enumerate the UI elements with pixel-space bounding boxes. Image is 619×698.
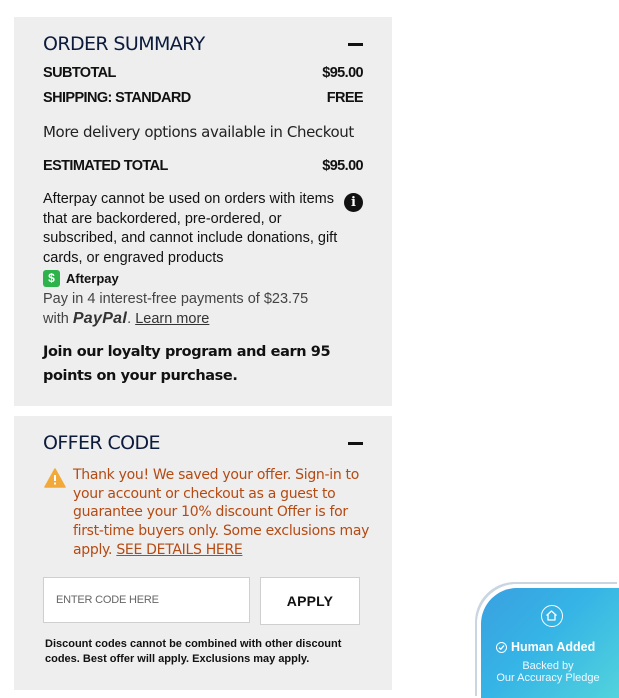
estimated-total-label: ESTIMATED TOTAL bbox=[43, 158, 168, 174]
offer-code-title: OFFER CODE bbox=[43, 432, 161, 454]
shipping-value: FREE bbox=[326, 90, 364, 106]
subtotal-value: $95.00 bbox=[322, 65, 363, 81]
info-icon[interactable]: i bbox=[344, 193, 363, 212]
offer-message: Thank you! We saved your offer. Sign-in … bbox=[73, 466, 373, 560]
collapse-minus-icon[interactable] bbox=[348, 43, 363, 46]
loyalty-message: Join our loyalty program and earn 95 poi… bbox=[43, 344, 331, 384]
pay-in-4-text: Pay in 4 interest-free payments of $23.7… bbox=[43, 291, 309, 307]
estimated-total-row: ESTIMATED TOTAL $95.00 bbox=[43, 158, 364, 174]
order-summary-title: ORDER SUMMARY bbox=[43, 33, 205, 55]
afterpay-notice: Afterpay cannot be used on orders with i… bbox=[43, 191, 338, 266]
badge-title: Human Added bbox=[496, 640, 595, 654]
accuracy-pledge-badge[interactable]: Human Added Backed by Our Accuracy Pledg… bbox=[477, 584, 619, 698]
order-summary-panel: ORDER SUMMARY SUBTOTAL $95.00 SHIPPING: … bbox=[14, 17, 392, 406]
collapse-minus-icon[interactable] bbox=[348, 442, 363, 445]
learn-more-link[interactable]: Learn more bbox=[135, 311, 209, 327]
paypal-logo: PayPal bbox=[72, 310, 128, 327]
shipping-label: SHIPPING: STANDARD bbox=[43, 90, 191, 106]
offer-code-panel: OFFER CODE Thank you! We saved your offe… bbox=[14, 416, 392, 690]
warning-icon bbox=[44, 468, 66, 488]
see-details-link[interactable]: SEE DETAILS HERE bbox=[116, 542, 242, 558]
apply-button[interactable]: APPLY bbox=[260, 577, 360, 625]
subtotal-row: SUBTOTAL $95.00 bbox=[43, 65, 364, 81]
offer-code-input[interactable] bbox=[43, 577, 250, 623]
subtotal-label: SUBTOTAL bbox=[43, 65, 116, 81]
paypal-line: with PayPal. Learn more bbox=[43, 310, 210, 327]
paypal-pay-in-4: Pay in 4 interest-free payments of $23.7… bbox=[43, 289, 308, 329]
delivery-note: More delivery options available in Check… bbox=[43, 123, 354, 141]
afterpay-dollar-icon: $ bbox=[43, 270, 60, 287]
badge-sub-line2: Our Accuracy Pledge bbox=[496, 672, 600, 684]
check-circle-icon bbox=[496, 641, 507, 653]
badge-title-text: Human Added bbox=[511, 640, 596, 654]
estimated-total-value: $95.00 bbox=[322, 158, 363, 174]
badge-sub-line1: Backed by bbox=[522, 660, 574, 672]
badge-subtitle: Backed by Our Accuracy Pledge bbox=[481, 660, 615, 684]
with-text: with bbox=[43, 311, 69, 327]
afterpay-label: Afterpay bbox=[66, 271, 119, 286]
discount-disclaimer: Discount codes cannot be combined with o… bbox=[45, 638, 342, 665]
home-icon bbox=[541, 605, 563, 627]
shipping-row: SHIPPING: STANDARD FREE bbox=[43, 90, 364, 106]
